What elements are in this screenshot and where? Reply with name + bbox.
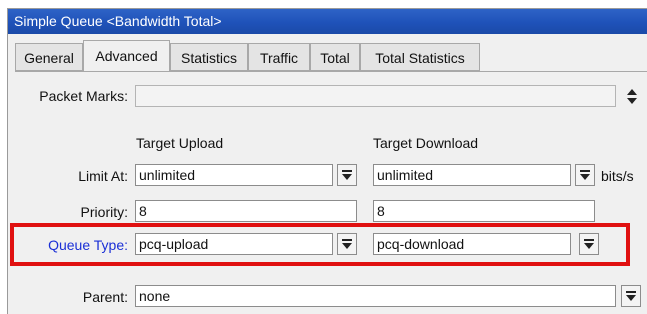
queue-type-download-dropdown[interactable] — [579, 233, 599, 255]
limit-at-download-field[interactable]: unlimited — [373, 164, 571, 186]
limit-at-label: Limit At: — [78, 168, 128, 184]
target-upload-header: Target Upload — [136, 135, 224, 151]
dropdown-arrow-icon — [626, 291, 636, 301]
queue-type-upload-field[interactable]: pcq-upload — [135, 233, 333, 255]
limit-at-upload-field[interactable]: unlimited — [135, 164, 333, 186]
up-down-arrows-icon[interactable] — [625, 85, 639, 107]
tab-underline — [15, 71, 647, 72]
priority-upload-field[interactable]: 8 — [135, 200, 357, 222]
dropdown-arrow-icon — [342, 239, 352, 249]
limit-at-download-dropdown[interactable] — [575, 164, 595, 186]
target-download-header: Target Download — [373, 135, 479, 151]
dropdown-arrow-icon — [580, 170, 590, 180]
parent-label: Parent: — [82, 289, 128, 305]
dropdown-arrow-icon — [584, 239, 594, 249]
limit-at-upload-dropdown[interactable] — [337, 164, 357, 186]
tab-total-statistics[interactable]: Total Statistics — [360, 43, 480, 71]
parent-dropdown[interactable] — [621, 285, 641, 307]
window-title: Simple Queue <Bandwidth Total> — [8, 9, 647, 34]
packet-marks-label: Packet Marks: — [39, 88, 128, 104]
tab-total[interactable]: Total — [310, 43, 360, 71]
tab-general[interactable]: General — [15, 43, 83, 71]
priority-download-field[interactable]: 8 — [373, 200, 595, 222]
packet-marks-field[interactable] — [135, 85, 616, 107]
tab-statistics[interactable]: Statistics — [170, 43, 248, 71]
queue-type-label: Queue Type: — [48, 237, 128, 253]
tab-traffic[interactable]: Traffic — [248, 43, 310, 71]
queue-type-download-field[interactable]: pcq-download — [373, 233, 571, 255]
tab-advanced[interactable]: Advanced — [83, 40, 170, 71]
priority-label: Priority: — [80, 204, 128, 220]
limit-at-unit: bits/s — [601, 168, 634, 184]
dropdown-arrow-icon — [342, 170, 352, 180]
queue-type-upload-dropdown[interactable] — [337, 233, 357, 255]
parent-field[interactable]: none — [135, 285, 616, 307]
